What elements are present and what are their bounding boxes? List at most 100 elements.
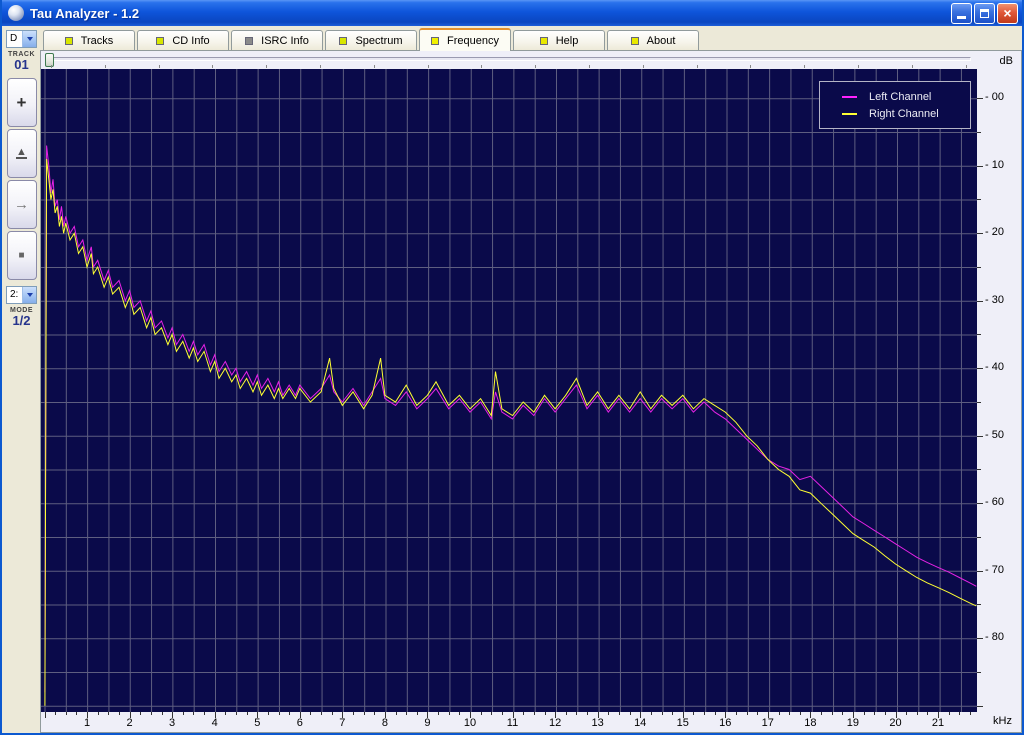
tab-tracks[interactable]: Tracks bbox=[43, 30, 135, 50]
position-slider[interactable] bbox=[41, 51, 979, 69]
x-axis-tick bbox=[321, 712, 323, 715]
sidebar: D TRACK 01 + ▲ → ■ 2: MODE 1/2 bbox=[2, 26, 40, 733]
x-axis-tick bbox=[789, 712, 791, 715]
slider-tick bbox=[320, 65, 321, 68]
x-axis-tick bbox=[119, 712, 120, 715]
left-channel-curve bbox=[44, 145, 977, 693]
x-axis-tick bbox=[193, 712, 195, 715]
x-axis-tick bbox=[480, 712, 482, 715]
slider-tick bbox=[266, 65, 268, 68]
minimize-icon bbox=[957, 16, 966, 19]
tab-help[interactable]: Help bbox=[513, 30, 605, 50]
x-axis-tick bbox=[629, 712, 631, 715]
tab-about[interactable]: About bbox=[607, 30, 699, 50]
y-axis-label: - 10 bbox=[985, 158, 1004, 171]
app-icon bbox=[8, 5, 24, 21]
y-axis-tick bbox=[977, 233, 983, 234]
legend-swatch bbox=[842, 95, 857, 98]
slider-tick bbox=[911, 65, 913, 68]
x-axis-tick bbox=[618, 712, 620, 715]
x-axis-tick bbox=[44, 712, 46, 718]
slider-tick bbox=[481, 65, 483, 68]
x-axis-tick bbox=[374, 712, 376, 715]
slider-tick bbox=[158, 65, 160, 68]
tab-isrc-info[interactable]: ISRC Info bbox=[231, 30, 323, 50]
x-axis-tick bbox=[916, 712, 918, 715]
x-axis-tick bbox=[246, 712, 248, 715]
y-axis-tick bbox=[977, 705, 983, 707]
x-axis-label: 18 bbox=[804, 717, 817, 729]
x-axis-label: 5 bbox=[254, 717, 261, 729]
x-axis-tick bbox=[704, 712, 705, 715]
title-bar[interactable]: Tau Analyzer - 1.2 × bbox=[2, 0, 1022, 26]
eject-button[interactable]: ▲ bbox=[6, 129, 37, 179]
slider-thumb[interactable] bbox=[45, 53, 54, 67]
drive-selector-value: D bbox=[10, 33, 18, 44]
x-axis-tick bbox=[533, 712, 535, 715]
y-axis-tick bbox=[977, 401, 981, 403]
x-axis-label: 19 bbox=[846, 717, 860, 729]
x-axis-tick bbox=[587, 712, 588, 715]
x-axis-tick bbox=[927, 712, 929, 715]
minimize-button[interactable] bbox=[951, 2, 972, 24]
y-axis-label: - 70 bbox=[985, 563, 1004, 576]
x-axis-tick bbox=[406, 712, 408, 715]
mode-selector-dropdown[interactable] bbox=[22, 287, 36, 304]
y-axis-tick bbox=[977, 368, 983, 369]
x-axis-tick bbox=[970, 712, 971, 715]
x-axis-tick bbox=[491, 712, 493, 715]
x-axis-label: 12 bbox=[548, 717, 562, 729]
legend-label: Left Channel bbox=[869, 90, 932, 103]
tab-frequency[interactable]: Frequency bbox=[419, 28, 511, 51]
x-axis-tick bbox=[565, 712, 567, 715]
spectrum-curves bbox=[44, 145, 977, 706]
x-axis-tick bbox=[714, 712, 716, 715]
x-axis-label: 21 bbox=[931, 717, 945, 729]
x-axis-tick bbox=[363, 712, 365, 715]
slider-tick bbox=[696, 65, 698, 68]
chevron-down-icon bbox=[26, 37, 33, 41]
x-axis-label: 10 bbox=[463, 717, 477, 729]
drive-selector-dropdown[interactable] bbox=[22, 31, 36, 47]
flag-icon bbox=[339, 36, 348, 45]
eject-icon: ▲ bbox=[16, 146, 27, 160]
slider-track[interactable] bbox=[47, 57, 971, 61]
slider-tick bbox=[589, 65, 590, 68]
tab-label: Tracks bbox=[80, 34, 114, 47]
slider-tick bbox=[858, 65, 859, 68]
y-axis-tick bbox=[977, 536, 981, 538]
x-axis-tick bbox=[289, 712, 291, 715]
y-axis-tick bbox=[977, 570, 983, 572]
x-axis-tick bbox=[693, 712, 695, 715]
mode-group: 2: MODE 1/2 bbox=[6, 286, 37, 332]
tab-label: Spectrum bbox=[355, 34, 403, 47]
y-axis-label: - 30 bbox=[985, 293, 1004, 306]
y-axis-tick bbox=[977, 435, 983, 437]
x-axis-tick bbox=[842, 712, 844, 715]
restore-button[interactable] bbox=[974, 2, 995, 24]
x-axis-label: 3 bbox=[169, 717, 176, 729]
stop-button[interactable]: ■ bbox=[6, 231, 37, 281]
next-button[interactable]: → bbox=[6, 180, 37, 230]
stop-icon: ■ bbox=[18, 250, 25, 262]
y-axis-tick bbox=[977, 671, 981, 673]
tab-cd-info[interactable]: CD Info bbox=[137, 30, 229, 50]
slider-tick bbox=[535, 65, 537, 68]
y-axis-unit-label: dB bbox=[999, 55, 1013, 67]
app-window: Tau Analyzer - 1.2 × D TRACK 01 + ▲ → ■ 2: … bbox=[0, 0, 1024, 735]
x-axis-tick bbox=[778, 712, 780, 715]
close-icon: × bbox=[1003, 5, 1012, 21]
transport-button-group: + ▲ → ■ bbox=[6, 76, 37, 282]
close-button[interactable]: × bbox=[997, 2, 1018, 24]
x-axis-tick bbox=[267, 712, 269, 715]
x-axis-tick bbox=[746, 712, 748, 715]
flag-icon bbox=[539, 36, 548, 45]
drive-selector[interactable]: D bbox=[6, 30, 37, 48]
mode-selector[interactable]: 2: bbox=[6, 286, 37, 305]
legend-label: Right Channel bbox=[869, 107, 939, 120]
restore-icon bbox=[980, 8, 989, 18]
x-axis-tick bbox=[874, 712, 876, 715]
add-button[interactable]: + bbox=[6, 78, 37, 128]
tab-spectrum[interactable]: Spectrum bbox=[325, 30, 417, 50]
flag-icon bbox=[156, 36, 165, 45]
